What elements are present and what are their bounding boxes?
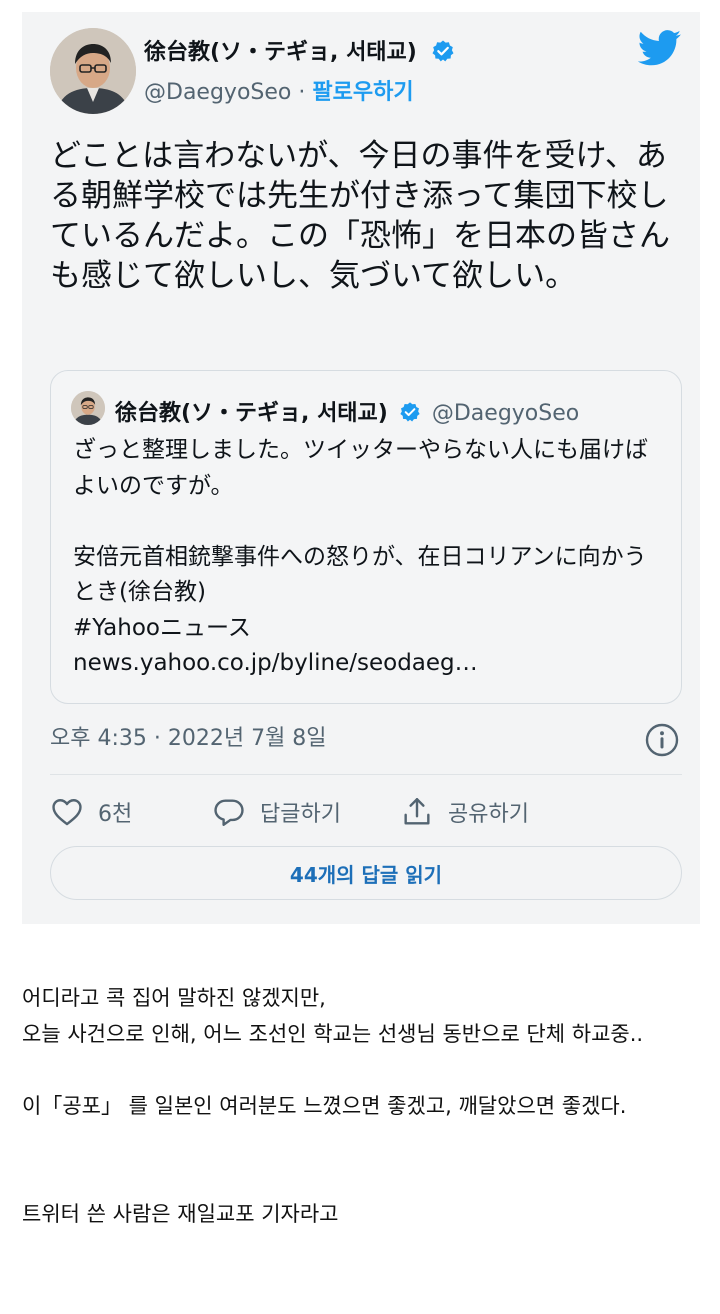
quoted-tweet-header: 徐台教(ソ・テギョ, 서태교) @DaegyoSeo [115,395,579,429]
verified-badge-icon [399,401,421,429]
reply-button[interactable]: 답글하기 [212,792,341,832]
tweet-timestamp[interactable]: 오후 4:35 · 2022년 7월 8일 [50,720,327,752]
share-button[interactable]: 공유하기 [400,792,529,832]
tweet-actions: 6천 답글하기 공유하기 [50,792,682,832]
quoted-author-avatar [71,391,105,425]
tweet-embed-card: 徐台教(ソ・テギョ, 서태교) @DaegyoSeo · 팔로우하기 どことは言… [22,12,700,924]
tweet-text: どことは言わないが、今日の事件を受け、ある朝鮮学校では先生が付き添って集団下校し… [50,138,670,294]
read-replies-button[interactable]: 44개의 답글 읽기 [50,846,682,900]
like-button[interactable]: 6천 [50,792,132,832]
quoted-tweet-text: ざっと整理しました。ツイッターやらない人にも届けばよいのですが。 安倍元首相銃撃… [73,437,648,676]
quoted-tweet[interactable]: 徐台教(ソ・テギョ, 서태교) @DaegyoSeo ざっと整理しました。ツイッ… [50,370,682,704]
post-body-line: 오늘 사건으로 인해, 어느 조선인 학교는 선생님 동반으로 단체 하교중.. [22,1022,644,1046]
post-body-line: 트위터 쓴 사람은 재일교포 기자라고 [22,1202,339,1226]
twitter-bird-icon[interactable] [637,30,682,70]
info-icon[interactable] [644,722,680,762]
follow-link[interactable]: 팔로우하기 [312,80,413,105]
author-name-text[interactable]: 徐台教(ソ・テギョ, 서태교) [144,40,417,65]
author-avatar[interactable] [50,28,136,114]
divider [50,774,682,775]
post-body: 어디라고 콕 집어 말하진 않겠지만, 오늘 사건으로 인해, 어느 조선인 학… [22,980,698,1232]
reply-bubble-icon [214,799,244,826]
quoted-author-name: 徐台教(ソ・テギョ, 서태교) [115,401,388,426]
handle-separator: · [291,80,313,105]
like-count: 6천 [98,802,133,827]
post-body-line: 이「공포」 를 일본인 여러분도 느꼈으면 좋겠고, 깨달았으면 좋겠다. [22,1094,627,1118]
post-body-line: 어디라고 콕 집어 말하진 않겠지만, [22,986,326,1010]
reply-label: 답글하기 [260,802,341,827]
author-name[interactable]: 徐台教(ソ・テギョ, 서태교) [144,34,455,69]
handle-row: @DaegyoSeo · 팔로우하기 [144,74,414,106]
author-handle[interactable]: @DaegyoSeo [144,80,291,105]
verified-badge-icon [431,39,455,69]
share-label: 공유하기 [448,802,529,827]
quoted-author-handle: @DaegyoSeo [431,401,580,426]
heart-icon [52,799,82,826]
read-replies-label: 44개의 답글 읽기 [289,862,443,887]
share-icon [404,798,430,825]
